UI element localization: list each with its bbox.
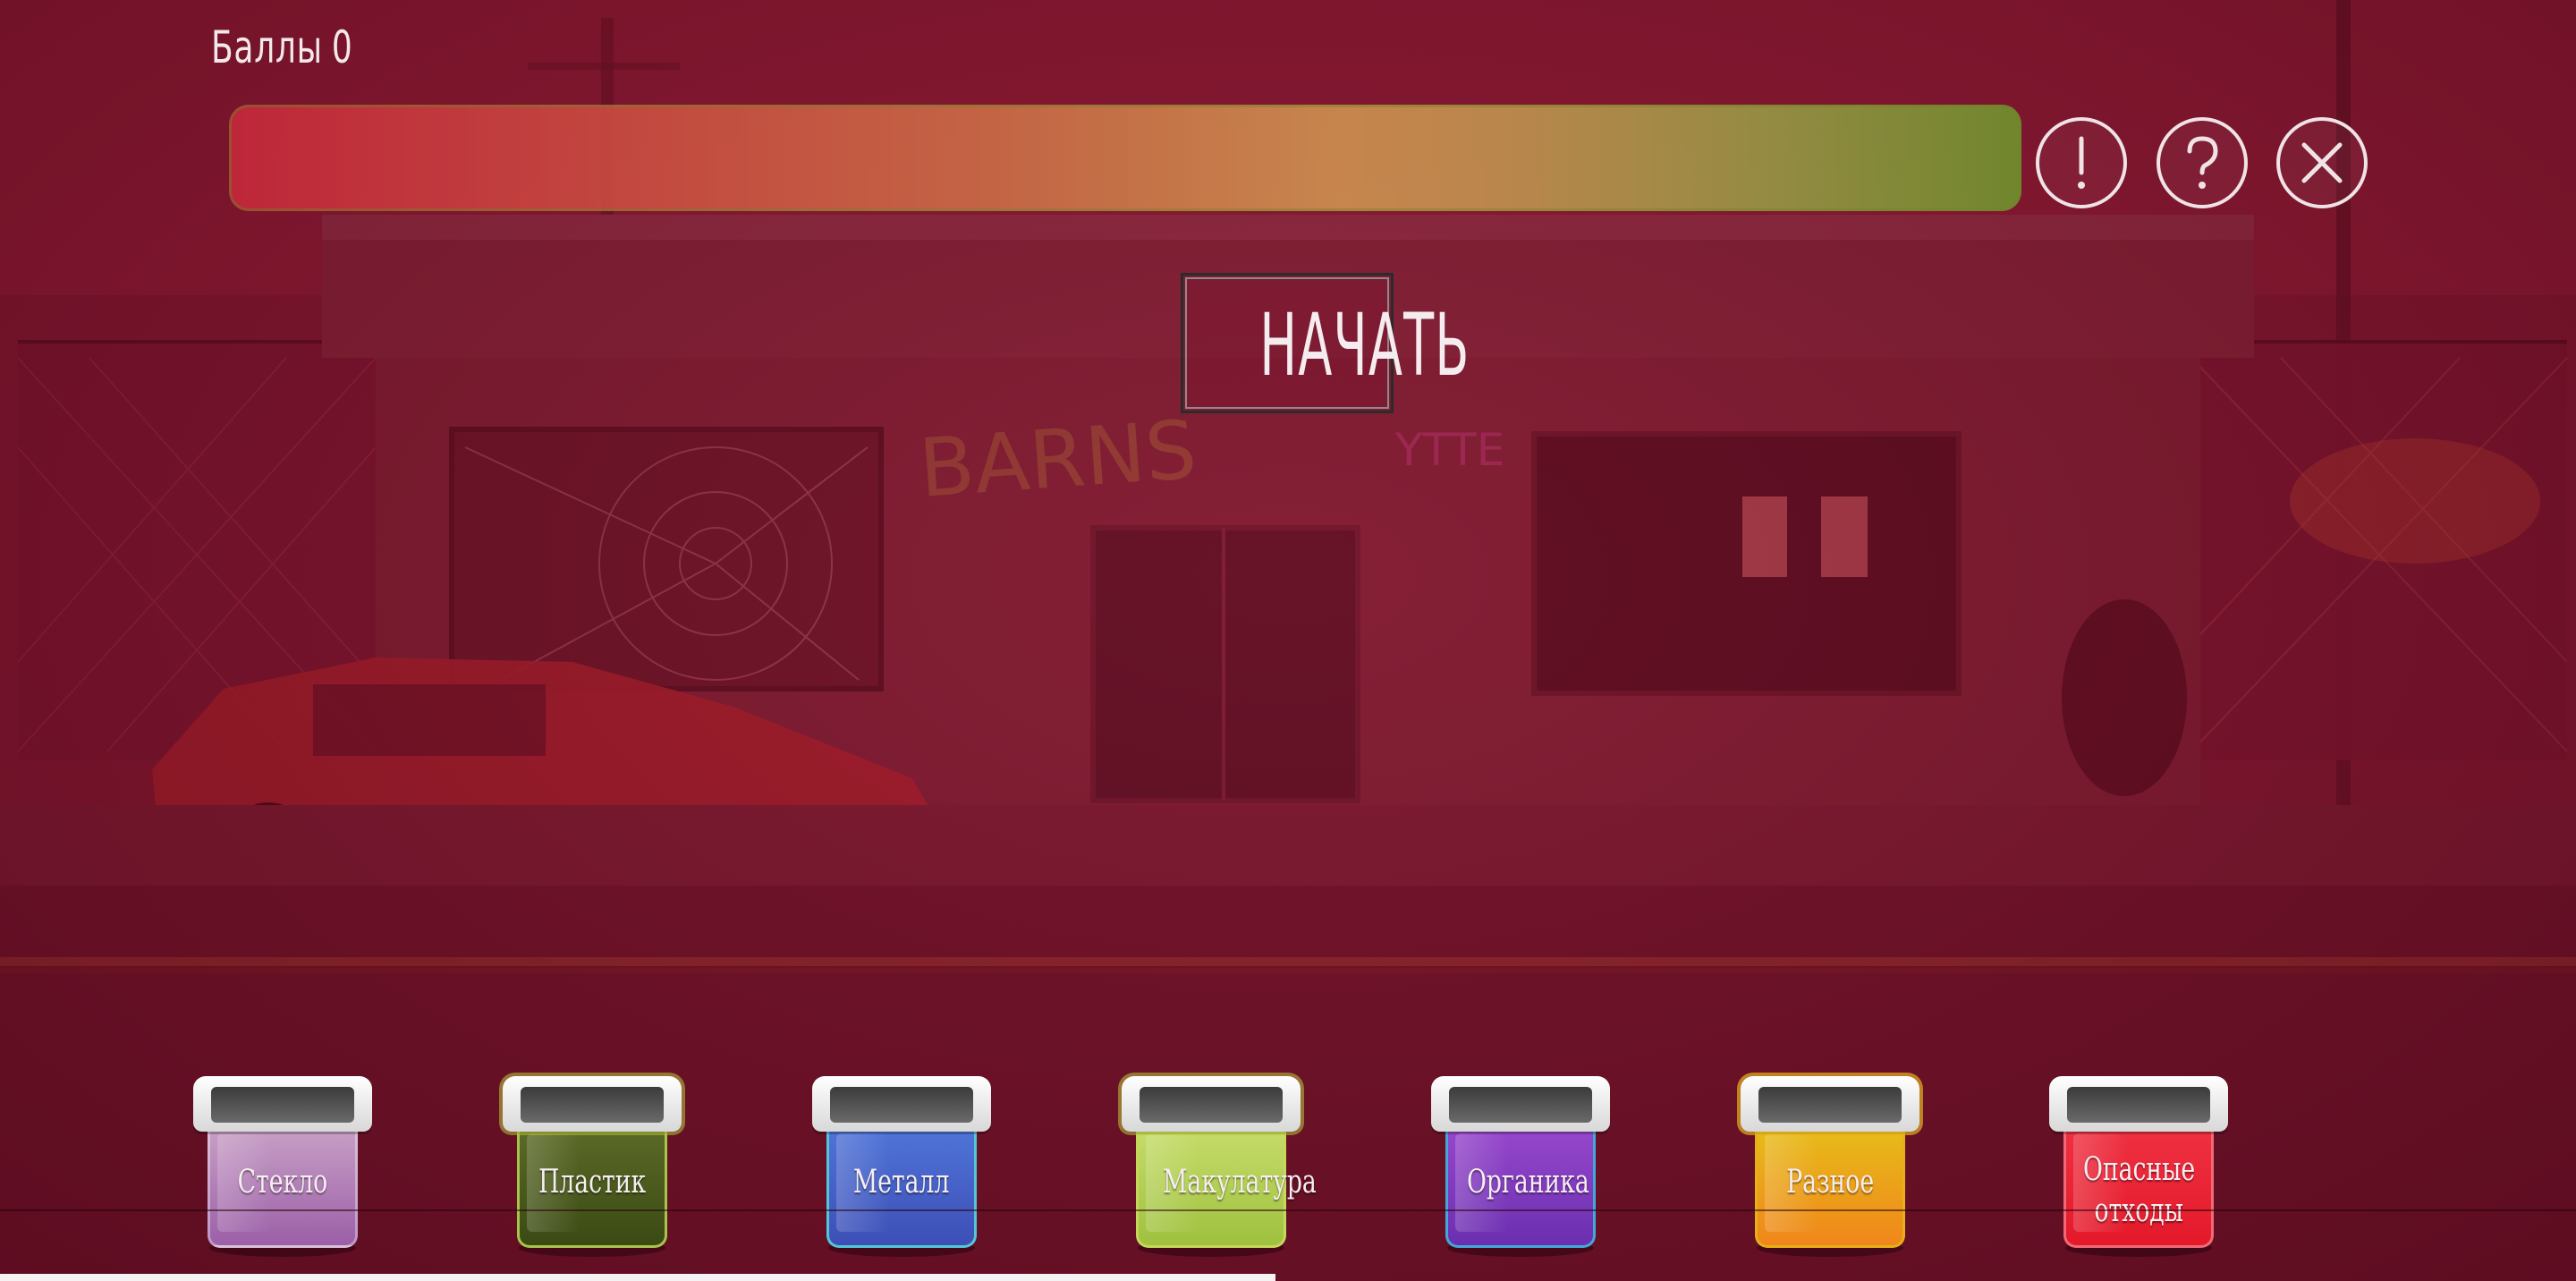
bin-lid bbox=[193, 1076, 372, 1132]
bin-lid bbox=[812, 1076, 991, 1132]
bin-lid bbox=[1122, 1076, 1301, 1132]
bin-hazardous[interactable]: Опасные отходы bbox=[2049, 1076, 2228, 1257]
bin-lid bbox=[503, 1076, 682, 1132]
exclamation-circle-icon bbox=[2078, 136, 2085, 189]
bin-label: Пластик bbox=[517, 1162, 667, 1203]
bin-opening bbox=[521, 1087, 664, 1123]
bin-label-text: Пластик bbox=[538, 1164, 647, 1200]
score-display: Баллы 0 bbox=[211, 21, 353, 73]
bin-organic[interactable]: Органика bbox=[1431, 1076, 1610, 1257]
bin-label-text: Макулатура bbox=[1163, 1164, 1317, 1200]
bin-misc[interactable]: Разное bbox=[1741, 1076, 1919, 1257]
bin-opening bbox=[2067, 1087, 2210, 1123]
progress-bar bbox=[229, 105, 2021, 211]
score-value: 0 bbox=[331, 21, 353, 73]
divider-line bbox=[0, 1209, 2576, 1211]
bin-label: Органика bbox=[1445, 1162, 1596, 1203]
progress-fill bbox=[229, 105, 2021, 211]
bin-label-text: Стекло bbox=[237, 1164, 328, 1200]
bin-label: Опасные отходы bbox=[2063, 1150, 2214, 1232]
loading-strip bbox=[0, 1274, 1275, 1281]
bin-opening bbox=[211, 1087, 354, 1123]
bin-glass[interactable]: Стекло bbox=[193, 1076, 372, 1257]
close-button[interactable] bbox=[2276, 117, 2368, 208]
close-circle-icon bbox=[2301, 142, 2343, 183]
bin-label-text: Разное bbox=[1786, 1164, 1874, 1200]
bin-plastic[interactable]: Пластик bbox=[503, 1076, 682, 1257]
svg-text:YTTE: YTTE bbox=[1394, 424, 1504, 476]
bin-opening bbox=[1758, 1087, 1902, 1123]
bin-label-line1: Опасные bbox=[2082, 1151, 2196, 1188]
bin-opening bbox=[1449, 1087, 1592, 1123]
bin-label: Металл bbox=[826, 1162, 977, 1203]
bin-label-text: Органика bbox=[1467, 1164, 1589, 1200]
bin-lid bbox=[2049, 1076, 2228, 1132]
svg-text:BARNS: BARNS bbox=[916, 403, 1199, 516]
score-label: Баллы bbox=[211, 21, 323, 73]
bin-metal[interactable]: Металл bbox=[812, 1076, 991, 1257]
bin-label: Разное bbox=[1755, 1162, 1905, 1203]
bin-lid bbox=[1741, 1076, 1919, 1132]
bin-label: Стекло bbox=[208, 1162, 358, 1203]
info-button[interactable] bbox=[2036, 117, 2127, 208]
start-button[interactable]: НАЧАТЬ bbox=[1181, 273, 1469, 413]
bin-opening bbox=[1140, 1087, 1283, 1123]
game-stage: BARNS YTTE Баллы 0 НАЧАТЬ Стекло Пластик… bbox=[0, 0, 2576, 1281]
bin-opening bbox=[830, 1087, 973, 1123]
bin-paper[interactable]: Макулатура bbox=[1122, 1076, 1317, 1257]
start-button-label: НАЧАТЬ bbox=[1259, 295, 1470, 395]
bin-lid bbox=[1431, 1076, 1610, 1132]
help-button[interactable] bbox=[2157, 117, 2248, 208]
question-circle-icon bbox=[2187, 136, 2218, 189]
bin-label-text: Металл bbox=[853, 1164, 950, 1200]
bin-label-line2: отходы bbox=[2094, 1192, 2183, 1229]
bin-label: Макулатура bbox=[1136, 1162, 1317, 1203]
